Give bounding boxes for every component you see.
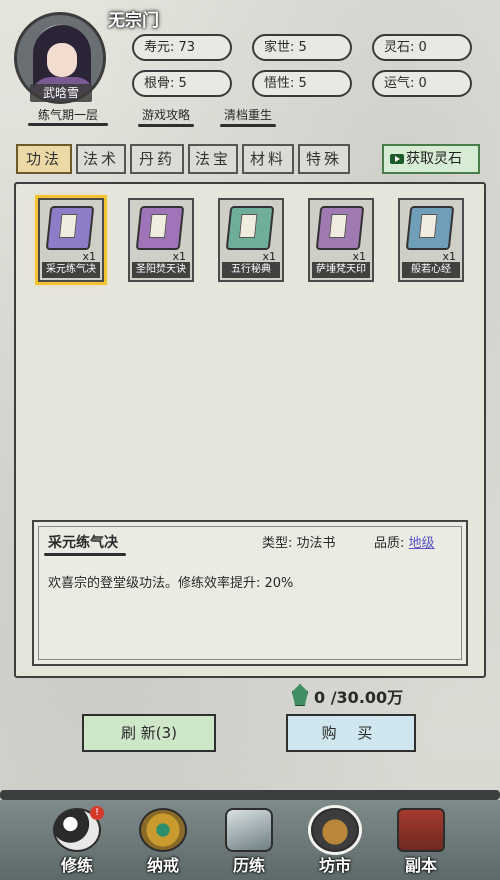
player-sect: 无宗门 (108, 11, 159, 31)
item-name: 五行秘典 (222, 262, 280, 278)
nav-label: 纳戒 (146, 856, 179, 875)
item-slot[interactable]: x1 般若心经 (398, 198, 464, 282)
stat-value: 73 (178, 40, 196, 55)
book-icon (315, 206, 365, 250)
item-price: 0 /30.00万 (314, 688, 404, 707)
stat-value: 5 (298, 40, 307, 55)
item-slot[interactable]: x1 圣阳焚天诀 (128, 198, 194, 282)
stat-lifespan: 寿元: 73 (132, 34, 232, 61)
ring-icon (139, 808, 187, 852)
item-name: 采元练气决 (42, 262, 100, 278)
tab-gongfa[interactable]: 功法 (16, 144, 72, 174)
nav-label: 坊市 (318, 856, 351, 875)
mountain-icon (225, 808, 273, 852)
bottom-nav: ! 修练 纳戒 历练 坊市 副本 (0, 800, 500, 880)
get-spirit-stone-button[interactable]: 获取灵石 (382, 144, 480, 174)
tab-treasures[interactable]: 法宝 (188, 144, 238, 174)
buy-button[interactable]: 购 买 (286, 714, 416, 752)
nav-item-adventure[interactable]: 历练 (214, 806, 284, 880)
player-name: 武晗雪 (30, 84, 92, 102)
nav-label: 历练 (232, 856, 265, 875)
stat-family: 家世: 5 (252, 34, 352, 61)
nav-rail (0, 790, 500, 800)
detail-type-value: 功法书 (296, 536, 336, 551)
detail-item-name: 采元练气决 (44, 532, 126, 556)
detail-quality-label: 品质: (374, 536, 405, 551)
cauldron-icon (311, 808, 359, 852)
item-slot[interactable]: x1 采元练气决 (35, 195, 107, 285)
pagoda-icon (397, 808, 445, 852)
refresh-button[interactable]: 刷 新(3) (82, 714, 216, 752)
nav-label: 副本 (404, 856, 437, 875)
video-play-icon (390, 154, 404, 164)
stat-label: 灵石: (384, 40, 415, 55)
get-spirit-stone-label: 获取灵石 (406, 151, 462, 167)
player-realm: 练气期一层 (28, 106, 108, 126)
book-icon (225, 206, 275, 250)
avatar-face (47, 43, 77, 77)
stat-label: 根骨: (144, 76, 175, 91)
stat-label: 悟性: (264, 76, 295, 91)
notification-badge: ! (90, 806, 104, 820)
stat-value: 0 (418, 76, 427, 91)
tab-pills[interactable]: 丹药 (130, 144, 184, 174)
stat-spirit-stone: 灵石: 0 (372, 34, 472, 61)
book-icon (45, 206, 95, 250)
book-icon (405, 206, 455, 250)
stat-root: 根骨: 5 (132, 70, 232, 97)
item-slot[interactable]: x1 萨埵梵天印 (308, 198, 374, 282)
nav-label: 修练 (60, 856, 93, 875)
stat-value: 5 (178, 76, 187, 91)
book-icon (135, 206, 185, 250)
stat-label: 运气: (384, 76, 415, 91)
detail-quality-value: 地级 (408, 536, 435, 551)
item-name: 圣阳焚天诀 (132, 262, 190, 278)
item-detail-box: 采元练气决 类型: 功法书 品质: 地级 欢喜宗的登堂级功法。修练效率提升: 2… (32, 520, 468, 666)
stat-comprehension: 悟性: 5 (252, 70, 352, 97)
detail-description: 欢喜宗的登堂级功法。修练效率提升: 20% (48, 576, 294, 591)
stat-luck: 运气: 0 (372, 70, 472, 97)
tab-materials[interactable]: 材料 (242, 144, 294, 174)
detail-type: 类型: 功法书 (262, 532, 336, 551)
stat-value: 0 (418, 40, 427, 55)
detail-type-label: 类型: (262, 536, 293, 551)
stat-label: 家世: (264, 40, 295, 55)
player-header: 武晗雪 练气期一层 无宗门 寿元: 73 家世: 5 灵石: 0 根骨: 5 悟… (0, 0, 500, 130)
stat-label: 寿元: (144, 40, 175, 55)
game-guide-link[interactable]: 游戏攻略 (137, 106, 195, 127)
item-name: 般若心经 (402, 262, 460, 278)
detail-quality: 品质: 地级 (374, 532, 435, 551)
item-slot[interactable]: x1 五行秘典 (218, 198, 284, 282)
reset-save-link[interactable]: 清档重生 (219, 106, 277, 127)
item-name: 萨埵梵天印 (312, 262, 370, 278)
tab-spells[interactable]: 法术 (76, 144, 126, 174)
nav-item-storage-ring[interactable]: 纳戒 (128, 806, 198, 880)
tab-special[interactable]: 特殊 (298, 144, 350, 174)
stat-value: 5 (298, 76, 307, 91)
nav-item-market[interactable]: 坊市 (300, 806, 370, 880)
nav-item-dungeon[interactable]: 副本 (386, 806, 456, 880)
nav-item-cultivate[interactable]: ! 修练 (42, 806, 112, 880)
